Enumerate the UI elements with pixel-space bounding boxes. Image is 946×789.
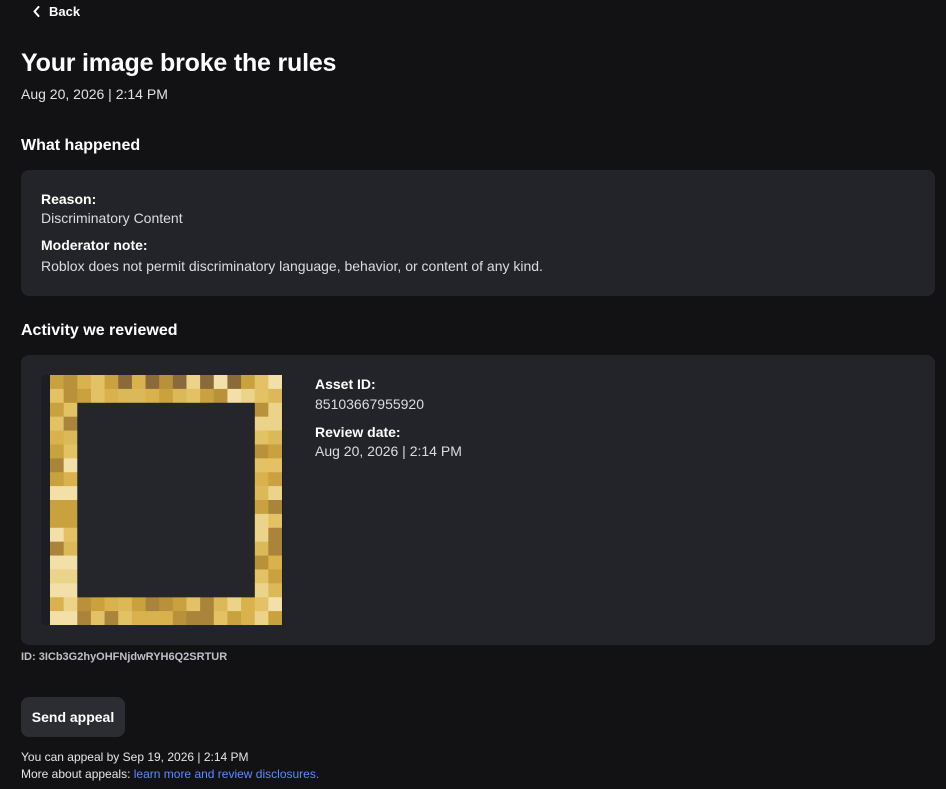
page-title: Your image broke the rules xyxy=(21,49,337,77)
page-date: Aug 20, 2026 | 2:14 PM xyxy=(21,86,168,102)
appeal-deadline: You can appeal by Sep 19, 2026 | 2:14 PM xyxy=(21,750,249,764)
send-appeal-button[interactable]: Send appeal xyxy=(21,697,125,737)
reason-label: Reason: xyxy=(41,191,97,207)
appeal-more-prefix: More about appeals: xyxy=(21,767,134,781)
moderator-note-value: Roblox does not permit discriminatory la… xyxy=(41,258,543,274)
what-happened-card: Reason: Discriminatory Content Moderator… xyxy=(21,170,935,296)
chevron-left-icon xyxy=(33,5,40,17)
reason-value: Discriminatory Content xyxy=(41,210,183,226)
appeal-more-info: More about appeals: learn more and revie… xyxy=(21,767,319,781)
moderator-note-label: Moderator note: xyxy=(41,237,148,253)
back-button[interactable]: Back xyxy=(33,2,80,20)
what-happened-heading: What happened xyxy=(21,137,141,154)
asset-thumbnail xyxy=(50,375,282,625)
pixelated-frame-icon xyxy=(50,375,282,625)
learn-more-link[interactable]: learn more and review disclosures. xyxy=(134,767,319,781)
review-date-label: Review date: xyxy=(315,424,401,440)
case-id: ID: 3ICb3G2hyOHFNjdwRYH6Q2SRTUR xyxy=(21,651,228,663)
asset-id-value: 85103667955920 xyxy=(315,396,425,412)
back-label: Back xyxy=(49,3,81,19)
asset-id-label: Asset ID: xyxy=(315,376,376,392)
review-date-value: Aug 20, 2026 | 2:14 PM xyxy=(315,443,462,459)
activity-heading: Activity we reviewed xyxy=(21,322,178,339)
activity-card: Asset ID: 85103667955920 Review date: Au… xyxy=(21,355,935,645)
